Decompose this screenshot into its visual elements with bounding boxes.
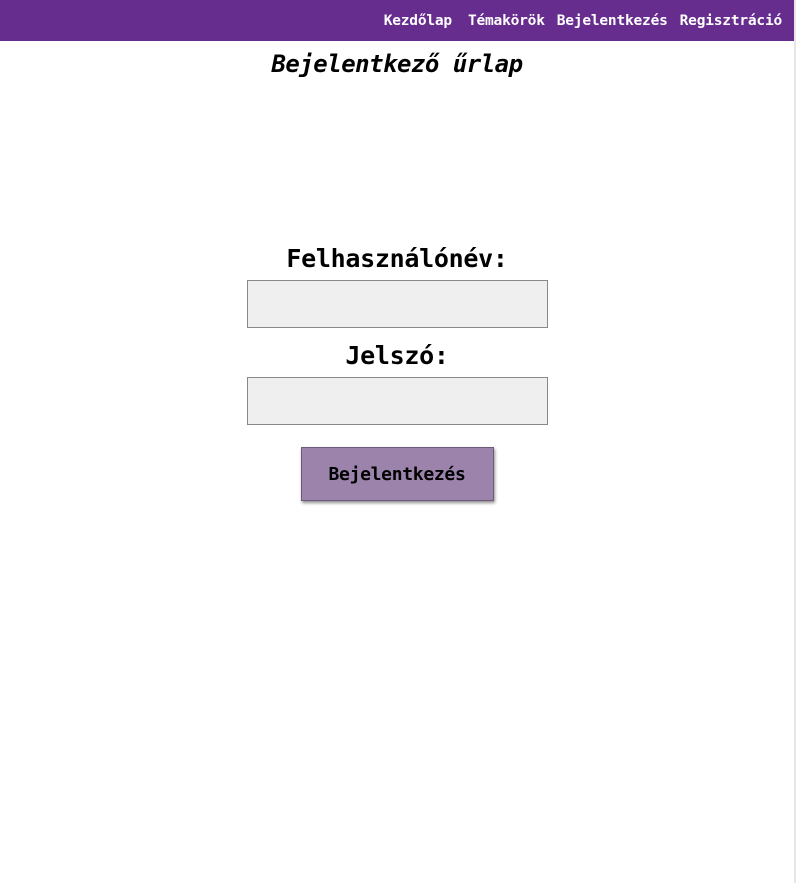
password-input[interactable] <box>246 377 548 425</box>
nav-link-topics[interactable]: Témakörök <box>462 13 551 29</box>
main-nav: Kezdőlap Témakörök Bejelentkezés Regiszt… <box>378 0 788 41</box>
page-title: Bejelentkező űrlap <box>271 50 523 78</box>
top-navigation-bar: Kezdőlap Témakörök Bejelentkezés Regiszt… <box>0 0 794 41</box>
password-label: Jelszó: <box>345 341 449 370</box>
username-label: Felhasználónév: <box>286 244 508 273</box>
nav-link-login[interactable]: Bejelentkezés <box>551 13 674 29</box>
username-input[interactable] <box>246 280 548 328</box>
nav-link-register[interactable]: Regisztráció <box>674 13 788 29</box>
nav-link-home[interactable]: Kezdőlap <box>378 13 462 29</box>
page: Kezdőlap Témakörök Bejelentkezés Regiszt… <box>0 0 796 883</box>
login-button[interactable]: Bejelentkezés <box>300 447 494 501</box>
login-form: Felhasználónév: Jelszó: Bejelentkezés <box>0 240 794 501</box>
